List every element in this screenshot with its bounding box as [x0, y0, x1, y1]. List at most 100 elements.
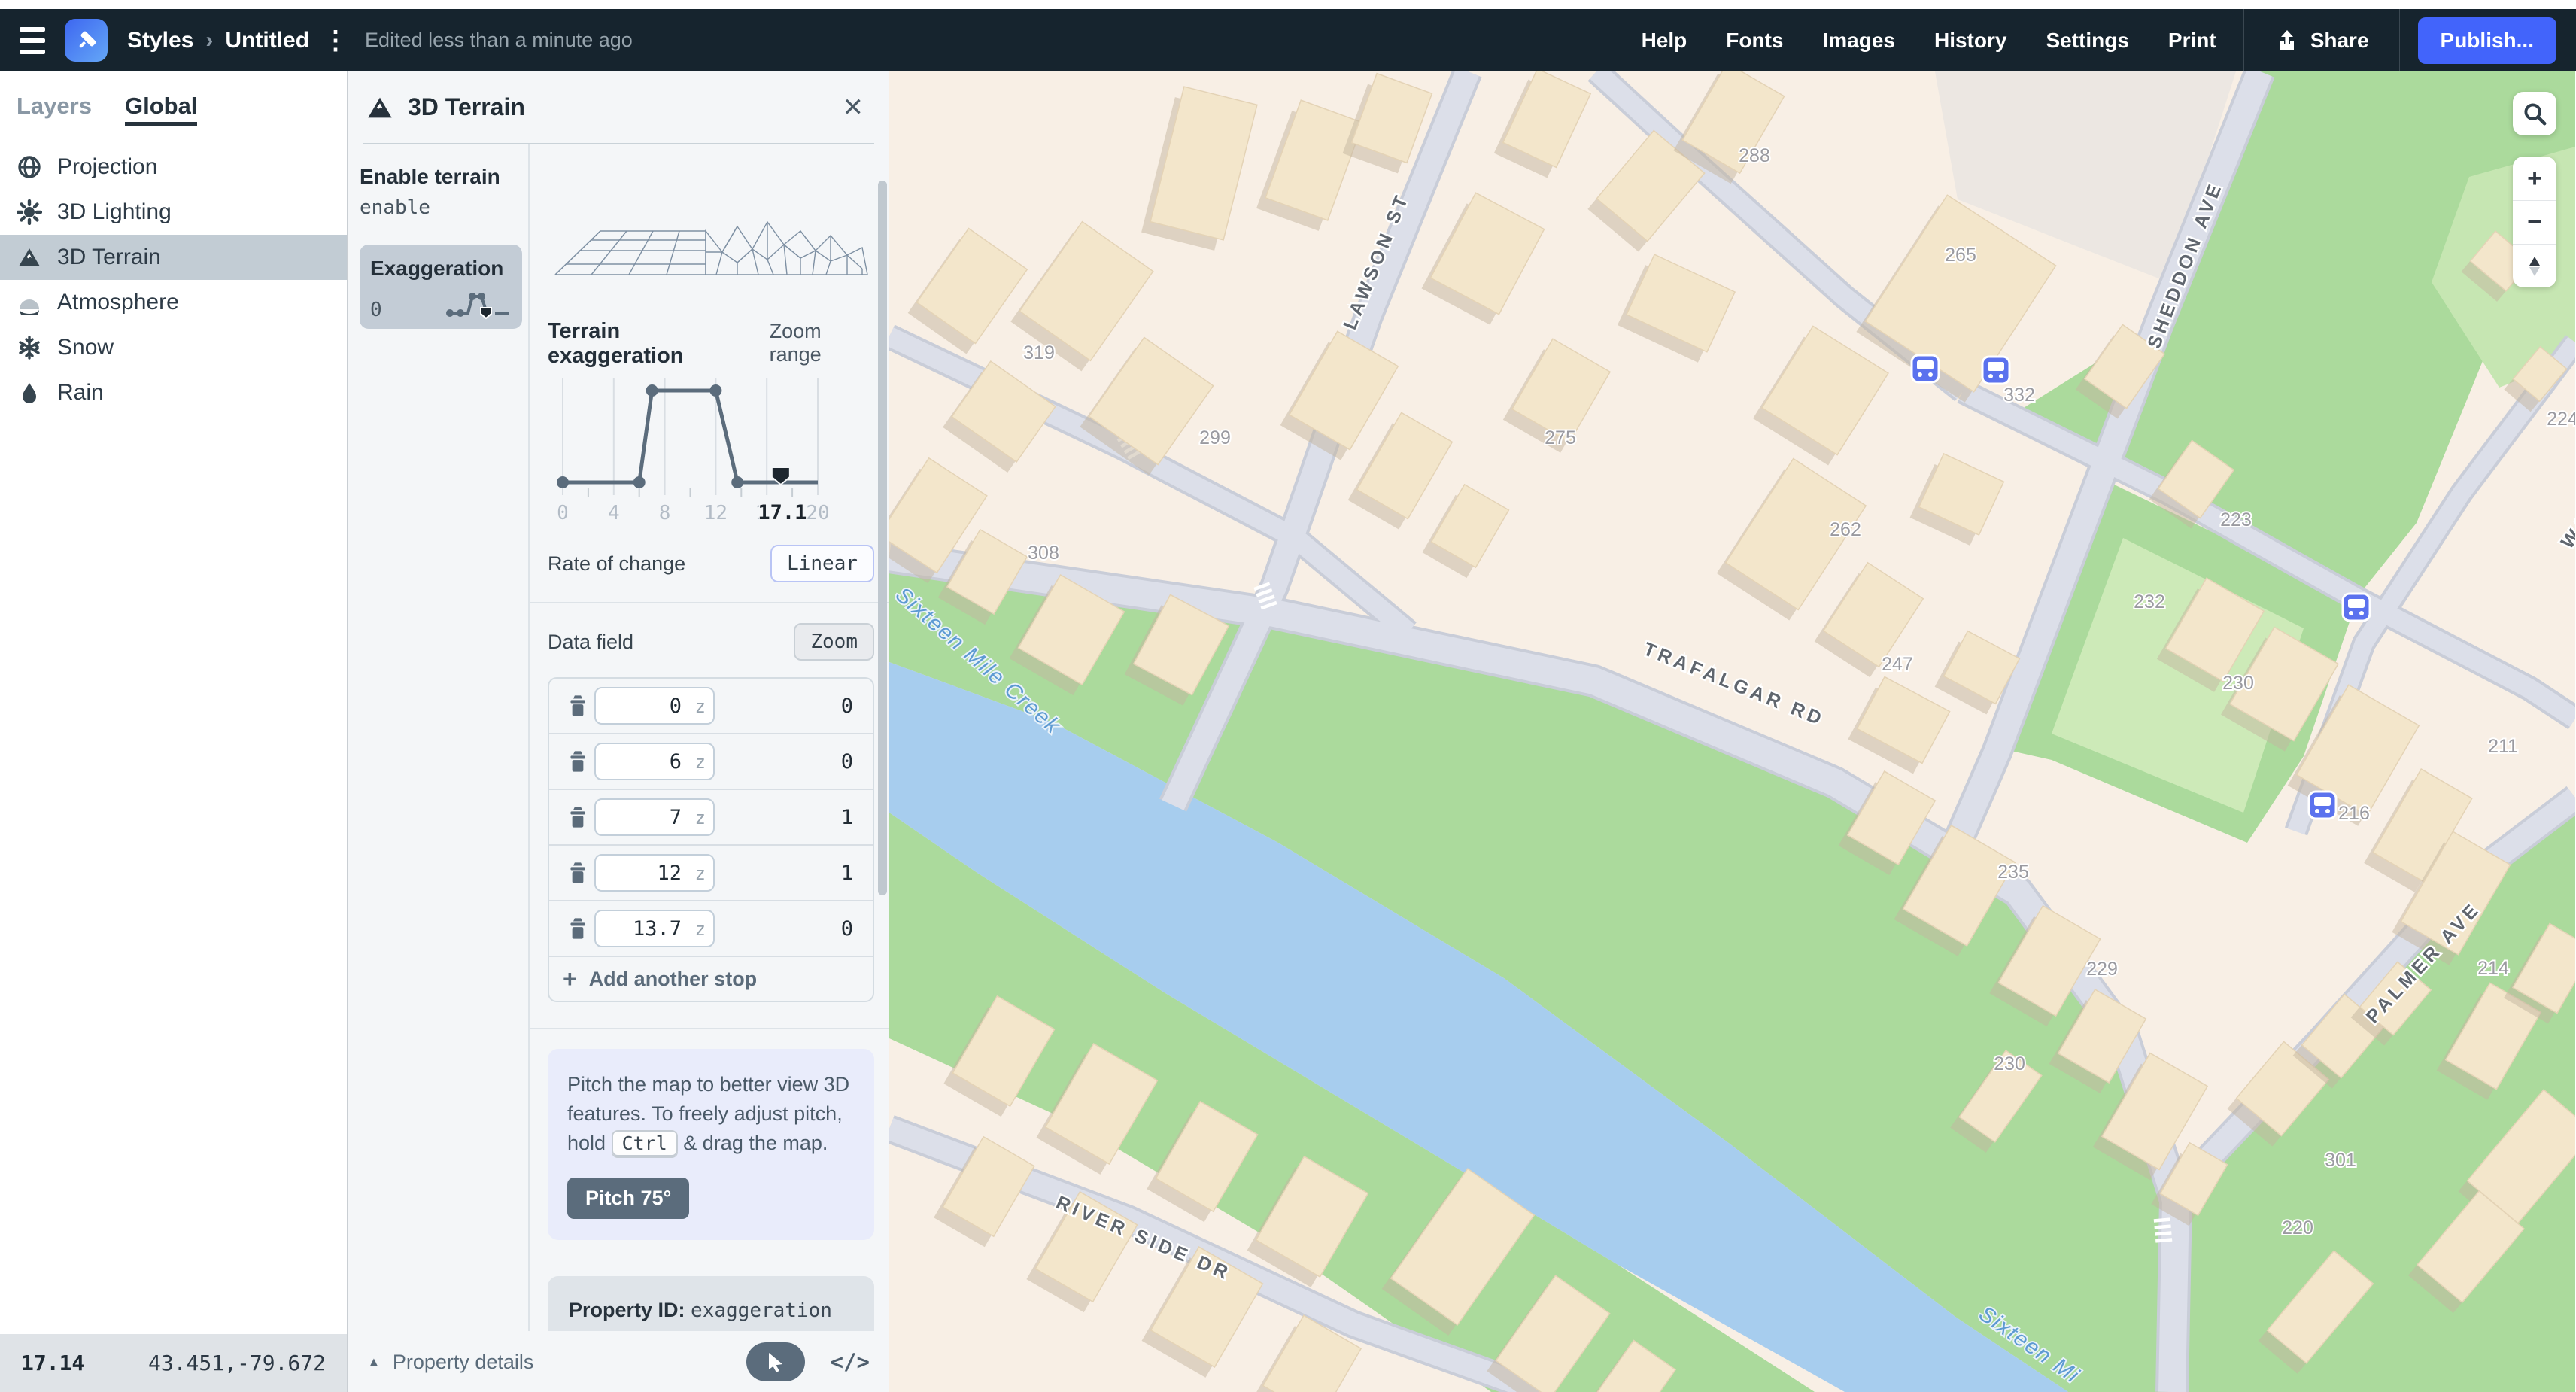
stops-chart-icon: [442, 285, 512, 321]
sidebar-item-atmosphere[interactable]: Atmosphere: [0, 280, 347, 325]
header-nav: Help Fonts Images History Settings Print: [1622, 29, 2236, 53]
house-number-230: 230: [1994, 1053, 2025, 1074]
sidebar-item-3d-terrain[interactable]: 3D Terrain: [0, 235, 347, 280]
stop-zoom-input-1[interactable]: [594, 743, 715, 780]
sidebar-tabs: Layers Global: [0, 71, 347, 126]
breadcrumb-style-name[interactable]: Untitled: [225, 28, 309, 53]
section-title: Terrain exaggeration: [548, 319, 753, 369]
style-menu-kebab-icon[interactable]: ⋮: [323, 26, 348, 56]
svg-text:17.1: 17.1: [758, 501, 807, 524]
app-header: Styles › Untitled ⋮ Edited less than a m…: [0, 9, 2576, 71]
nav-help[interactable]: Help: [1642, 29, 1687, 53]
status-coordinates: 43.451,-79.672: [148, 1351, 326, 1375]
bus-stop-icon: [1982, 357, 2009, 384]
rate-of-change-button[interactable]: Linear: [770, 545, 874, 582]
zoom-stops-list: z0z0z1z1z0 + Add another stop: [548, 677, 874, 1002]
panel-title: 3D Terrain: [408, 93, 525, 121]
stop-output-value-2: 1: [841, 806, 861, 829]
breadcrumb-section[interactable]: Styles: [127, 28, 193, 53]
property-details-box: Property ID: exaggeration Property Type:…: [548, 1276, 874, 1331]
zoom-range-chart[interactable]: 04812162017.1: [548, 375, 874, 531]
trash-icon[interactable]: [561, 917, 594, 940]
compass-needle-icon: [2526, 255, 2543, 278]
zoom-in-button[interactable]: +: [2513, 157, 2556, 200]
trash-icon[interactable]: [561, 862, 594, 884]
ctrl-key-badge: Ctrl: [612, 1130, 678, 1156]
trash-icon[interactable]: [561, 694, 594, 717]
house-number-301: 301: [2325, 1150, 2356, 1171]
zoom-out-button[interactable]: −: [2513, 200, 2556, 244]
tab-global[interactable]: Global: [125, 93, 197, 126]
code-view-icon[interactable]: </>: [831, 1349, 870, 1375]
sidebar-item-label: Atmosphere: [57, 290, 179, 315]
global-properties-list: Projection3D Lighting 3D Terrain Atmospher…: [0, 144, 347, 415]
exaggeration-property-card[interactable]: Exaggeration 0: [360, 245, 522, 329]
zoom-stop-row-2: z1: [549, 790, 873, 846]
house-number-265: 265: [1945, 245, 1976, 266]
map-canvas[interactable]: 3192993082882653322622752472232322302112…: [889, 71, 2576, 1392]
sidebar-item-3d-lighting[interactable]: 3D Lighting: [0, 190, 347, 235]
edited-status: Edited less than a minute ago: [365, 29, 633, 52]
svg-text:4: 4: [608, 502, 620, 524]
3d-lighting-icon: [17, 199, 42, 225]
nav-print[interactable]: Print: [2168, 29, 2216, 53]
enable-terrain-value[interactable]: enable: [360, 196, 522, 219]
header-divider: [2243, 9, 2244, 71]
panel-scrollbar[interactable]: [878, 181, 887, 895]
hint-text-after: & drag the map.: [678, 1132, 828, 1154]
nav-images[interactable]: Images: [1822, 29, 1895, 53]
nav-history[interactable]: History: [1934, 29, 2006, 53]
tab-layers[interactable]: Layers: [17, 93, 92, 126]
house-number-223: 223: [2220, 509, 2252, 530]
house-number-216: 216: [2338, 803, 2370, 824]
sidebar-item-rain[interactable]: Rain: [0, 370, 347, 415]
compass-button[interactable]: [2513, 244, 2556, 287]
collapse-triangle-icon: ▲: [367, 1354, 381, 1370]
nav-fonts[interactable]: Fonts: [1726, 29, 1783, 53]
sidebar-item-label: 3D Terrain: [57, 245, 161, 270]
property-details-toggle[interactable]: ▲ Property details: [367, 1351, 533, 1374]
house-number-214: 214: [2477, 958, 2509, 979]
bus-stop-icon: [2309, 792, 2336, 819]
globe-icon: [17, 154, 42, 180]
pitch-75-button[interactable]: Pitch 75°: [567, 1178, 689, 1219]
enable-terrain-label[interactable]: Enable terrain: [360, 165, 522, 189]
publish-button[interactable]: Publish...: [2418, 17, 2556, 64]
property-id-value: exaggeration: [691, 1299, 832, 1322]
trash-icon[interactable]: [561, 806, 594, 828]
hamburger-menu-icon[interactable]: [0, 27, 65, 54]
bus-stop-icon: [1912, 355, 1939, 382]
snow-icon: [17, 335, 42, 360]
property-editor-column: Terrain exaggeration Zoom range 04812162…: [528, 144, 889, 1331]
house-number-247: 247: [1882, 654, 1913, 675]
stop-zoom-input-0[interactable]: [594, 687, 715, 725]
stop-output-value-0: 0: [841, 694, 861, 718]
plus-icon: +: [563, 965, 577, 993]
exaggeration-label: Exaggeration: [370, 257, 512, 281]
map-zoom-controls: + −: [2513, 157, 2556, 287]
close-icon[interactable]: ✕: [835, 90, 872, 126]
sidebar-item-projection[interactable]: Projection: [0, 144, 347, 190]
zoom-stop-row-4: z0: [549, 901, 873, 957]
bus-stop-icon: [2343, 594, 2370, 621]
zoom-stop-row-0: z0: [549, 679, 873, 734]
svg-text:0: 0: [557, 502, 569, 524]
house-number-275: 275: [1545, 427, 1576, 448]
trash-icon[interactable]: [561, 750, 594, 773]
section-divider: [530, 602, 889, 603]
data-field-button[interactable]: Zoom: [794, 623, 874, 661]
sidebar-item-snow[interactable]: Snow: [0, 325, 347, 370]
stop-zoom-input-3[interactable]: [594, 854, 715, 892]
stop-zoom-input-2[interactable]: [594, 798, 715, 836]
stop-output-value-4: 0: [841, 917, 861, 941]
cursor-mode-toggle[interactable]: [746, 1342, 805, 1381]
nav-settings[interactable]: Settings: [2046, 29, 2128, 53]
search-icon: [2522, 101, 2547, 126]
rate-of-change-label: Rate of change: [548, 552, 685, 576]
status-zoom-level: 17.14: [21, 1351, 84, 1375]
stop-zoom-input-4[interactable]: [594, 910, 715, 947]
share-button[interactable]: Share: [2274, 28, 2369, 53]
map-search-button[interactable]: [2513, 92, 2556, 135]
add-stop-button[interactable]: + Add another stop: [549, 957, 873, 1001]
mapbox-studio-logo[interactable]: [65, 19, 108, 62]
